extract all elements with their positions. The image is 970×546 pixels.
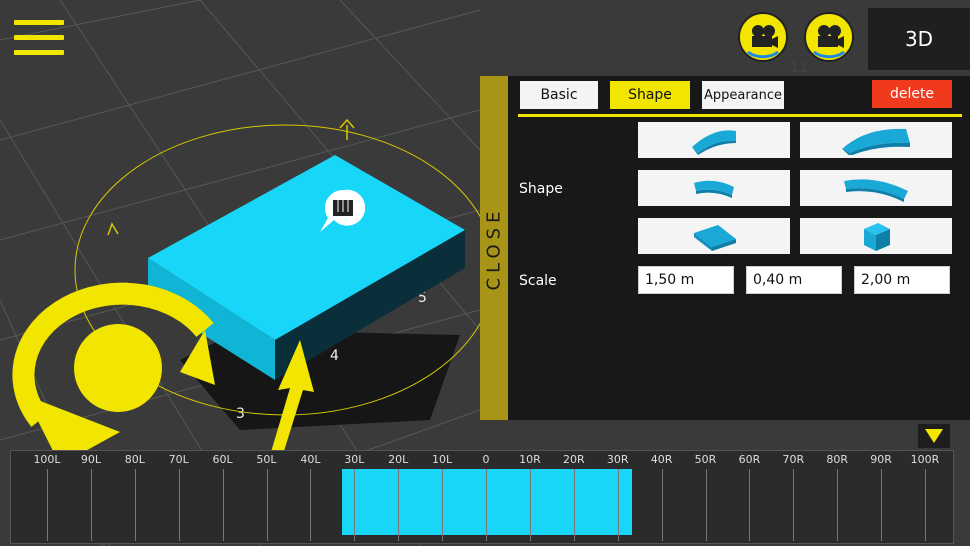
shape-option-curve-wedge-large[interactable] — [800, 122, 952, 158]
ruler-tick-label: 90R — [870, 453, 892, 466]
video-camera-icon — [747, 25, 779, 59]
camera-rotate-right-button[interactable] — [804, 12, 854, 62]
delete-button[interactable]: delete — [872, 80, 952, 108]
ruler-tick-label: 80R — [826, 453, 849, 466]
shape-option-arc-small[interactable] — [638, 170, 790, 206]
close-label: CLOSE — [483, 206, 505, 290]
ruler-tick-line — [529, 469, 531, 541]
ruler-tick-line — [134, 469, 136, 541]
ruler-tick-label: 50L — [256, 453, 277, 466]
scale-y-input[interactable] — [746, 266, 842, 294]
ruler-tick-label: 40R — [650, 453, 673, 466]
ruler-tick-line — [47, 469, 48, 541]
horizontal-position-ruler[interactable]: 100L 90L 80L 70L 60L 50L 40L 30L 20L 10L 0 10R 20R 30… — [10, 450, 954, 544]
ruler-tick-line — [354, 469, 356, 541]
ruler-tick-label: 60R — [738, 453, 761, 466]
ruler-tick-line — [661, 469, 663, 541]
tab-basic[interactable]: Basic — [520, 81, 598, 109]
ruler-tick-line — [398, 469, 400, 541]
object-position-bar[interactable] — [342, 469, 632, 535]
tab-shape[interactable]: Shape — [610, 81, 690, 109]
ruler-tick-line — [178, 469, 180, 541]
cube-icon — [864, 223, 890, 251]
ruler-tick-label: 100R — [910, 453, 940, 466]
ruler-tick-line — [266, 469, 268, 541]
hamburger-menu-icon[interactable] — [14, 20, 64, 60]
ruler-tick-line — [837, 469, 839, 541]
ruler-tick-label: 90L — [80, 453, 101, 466]
curve-wedge-small-icon — [692, 130, 736, 155]
ruler-tick-line — [749, 469, 751, 541]
arc-small-icon — [694, 180, 734, 198]
tab-underline — [518, 114, 962, 117]
grid-label-3: 3 — [236, 406, 245, 422]
scale-x-input[interactable] — [638, 266, 734, 294]
ruler-position-marker[interactable] — [918, 424, 950, 448]
ruler-tick-line — [90, 469, 92, 541]
properties-panel: Basic Shape Appearance delete Shape Scal… — [508, 76, 970, 420]
tab-appearance[interactable]: Appearance — [702, 81, 784, 109]
grid-label-11: 11 — [790, 60, 808, 76]
camera-rotate-left-button[interactable] — [738, 12, 788, 62]
ruler-tick-line — [222, 469, 224, 541]
video-camera-icon — [813, 25, 845, 59]
ruler-tick-label: 30L — [344, 453, 365, 466]
shape-option-cube[interactable] — [800, 218, 952, 254]
ruler-tick-line — [705, 469, 707, 541]
triangle-down-icon — [925, 429, 943, 443]
ruler-tick-label: 0 — [482, 453, 490, 466]
grid-label-4: 4 — [330, 348, 339, 364]
curve-wedge-large-icon — [842, 128, 910, 155]
ruler-tick-label: 30R — [606, 453, 629, 466]
shape-option-arc-large[interactable] — [800, 170, 952, 206]
shape-option-curve-wedge-small[interactable] — [638, 122, 790, 158]
ruler-tick-line — [881, 469, 883, 541]
scale-z-input[interactable] — [854, 266, 950, 294]
ruler-tick-line — [442, 469, 444, 541]
ruler-tick-line — [617, 469, 619, 541]
ruler-tick-line — [310, 469, 312, 541]
scene-viewport[interactable]: 3 4 5 8 7 11 — [0, 0, 970, 546]
view-mode-3d-button[interactable]: 3D — [868, 8, 970, 70]
close-panel-button[interactable]: CLOSE — [480, 76, 508, 420]
ruler-tick-line — [573, 469, 575, 541]
ruler-tick-label: 80L — [124, 453, 145, 466]
shape-label: Shape — [519, 181, 563, 197]
ruler-tick-label: 70R — [782, 453, 805, 466]
ruler-tick-label: 10R — [519, 453, 541, 466]
left-arrow-icon — [107, 222, 119, 236]
ruler-tick-label: 70L — [168, 453, 189, 466]
arc-large-icon — [844, 179, 908, 202]
shape-option-slab[interactable] — [638, 218, 790, 254]
ruler-tick-line — [486, 469, 487, 541]
ruler-tick-line — [925, 469, 926, 541]
ruler-tick-label: 20R — [562, 453, 585, 466]
scale-label: Scale — [519, 273, 557, 289]
ruler-tick-label: 40L — [300, 453, 321, 466]
ruler-tick-label: 10L — [432, 453, 453, 466]
ruler-tick-line — [793, 469, 795, 541]
ruler-tick-label: 50R — [694, 453, 717, 466]
ruler-tick-label: 100L — [33, 453, 61, 466]
ruler-tick-label: 20L — [388, 453, 409, 466]
slab-icon — [694, 225, 736, 251]
rotate-gizmo-icon[interactable] — [12, 282, 215, 465]
ruler-tick-label: 60L — [212, 453, 233, 466]
